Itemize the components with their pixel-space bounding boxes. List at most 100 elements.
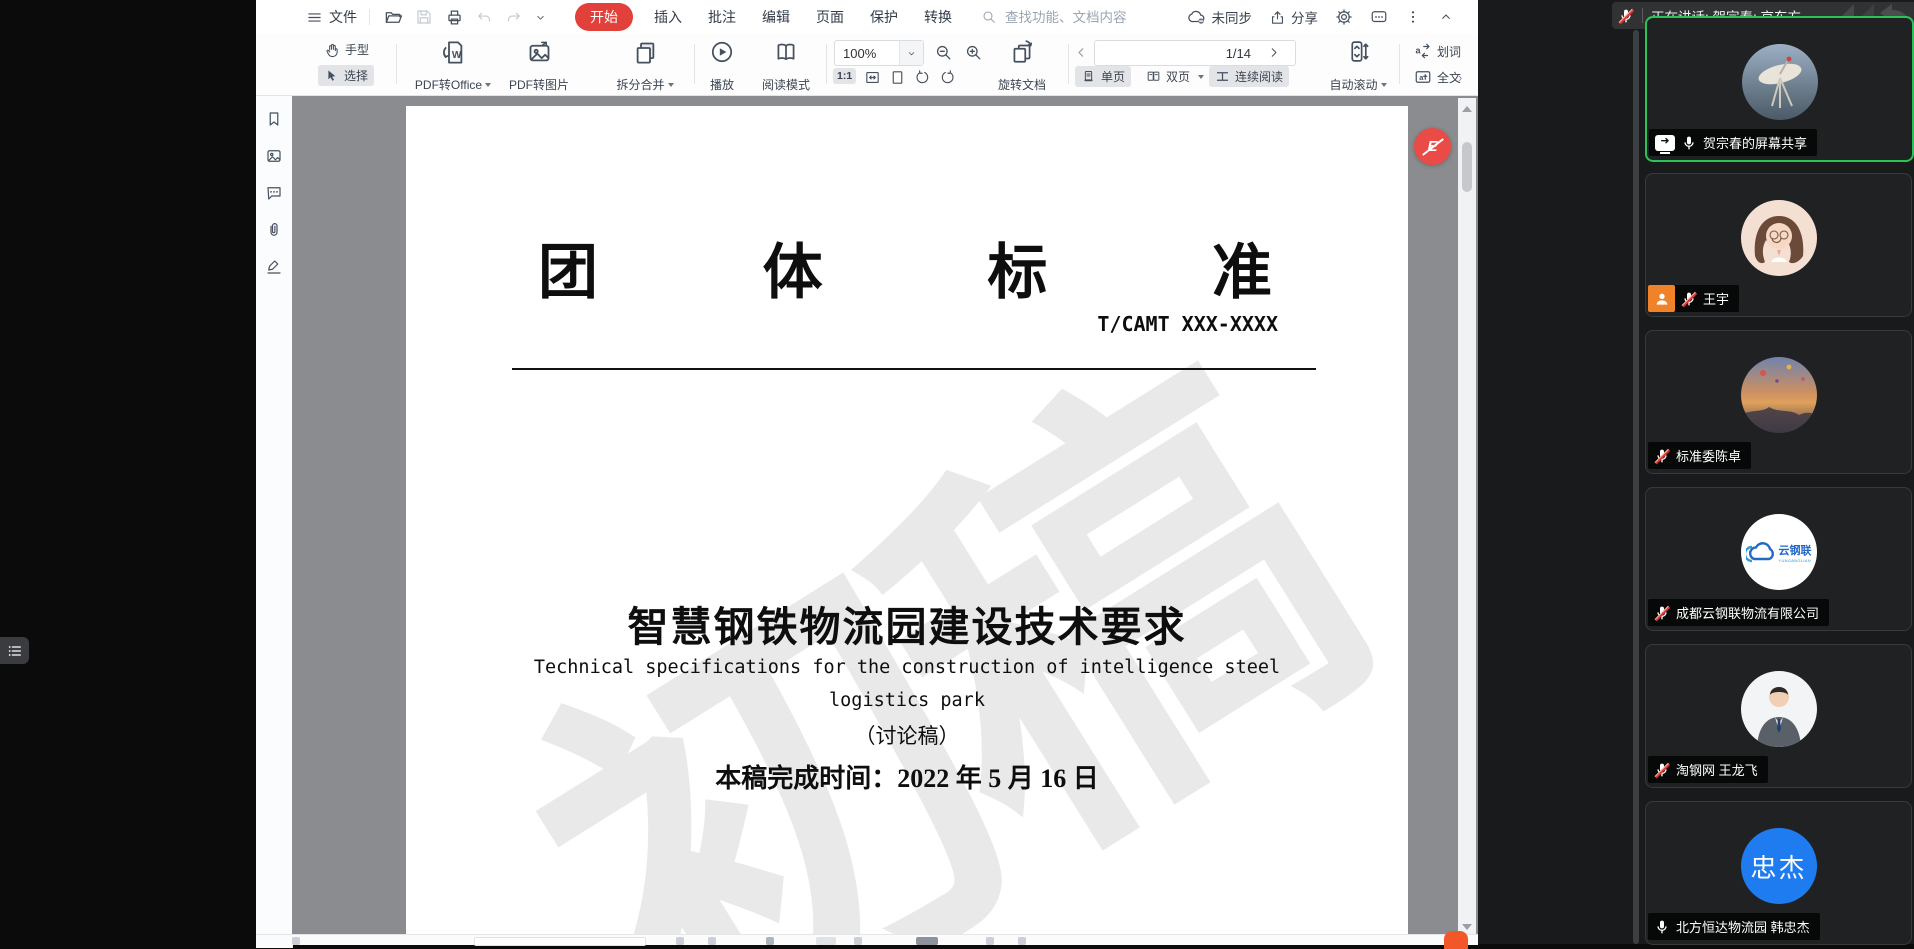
prev-page-icon[interactable] <box>1074 45 1089 60</box>
select-tool-button[interactable]: 选择 <box>318 65 374 86</box>
chevron-down-icon <box>668 83 674 87</box>
participant-tile[interactable]: 淘钢网 王龙飞 <box>1645 644 1912 788</box>
standard-code: T/CAMT XXX-XXXX <box>1097 312 1278 336</box>
pdf-to-office-button[interactable]: PDF转Office <box>408 37 498 95</box>
participant-name: 淘钢网 王龙飞 <box>1676 760 1758 779</box>
auto-scroll-icon <box>1346 39 1371 64</box>
hamburger-icon <box>306 9 323 26</box>
word-translate-button[interactable]: 划词 <box>1408 40 1467 62</box>
collapse-toolbar-icon[interactable] <box>1438 9 1454 25</box>
bookmark-icon[interactable] <box>265 110 283 128</box>
wps-pdf-window: 文件 开始 插入 批注 编辑 页面 保护 转换 未同步 <box>256 0 1478 944</box>
actual-size-button[interactable]: 1:1 <box>833 68 856 84</box>
avatar-initials: 忠杰 <box>1750 848 1806 885</box>
settings-gear-icon[interactable] <box>1335 8 1353 26</box>
print-icon[interactable] <box>445 8 464 27</box>
participant-tile[interactable]: 忠杰 北方恒达物流园 韩忠杰 <box>1645 801 1912 945</box>
vertical-scrollbar[interactable] <box>1458 98 1476 934</box>
document-viewport[interactable]: 初稿 团 体 标 准 T/CAMT XXX-XXXX 智慧钢铁物流园建设技术要求… <box>292 96 1478 934</box>
split-merge-label: 拆分合并 <box>616 76 664 93</box>
attachment-icon[interactable] <box>265 221 283 239</box>
tab-insert[interactable]: 插入 <box>654 7 682 27</box>
floating-assistant-badge[interactable]: E <box>1414 128 1451 165</box>
mic-on-icon <box>1654 919 1670 935</box>
read-mode-button[interactable]: 阅读模式 <box>748 37 824 95</box>
tab-home[interactable]: 开始 <box>575 3 633 31</box>
file-menu-label: 文件 <box>329 7 357 27</box>
illustrated-woman-avatar-art <box>1741 200 1817 276</box>
next-page-icon[interactable] <box>1266 45 1281 60</box>
toolbar-expand-chevron[interactable]: › <box>1458 70 1462 85</box>
zoom-value: 100% <box>835 46 884 61</box>
pdf-to-word-icon <box>440 39 467 66</box>
auto-scroll-button[interactable]: 自动滚动 <box>1318 37 1398 95</box>
sync-status[interactable]: 未同步 <box>1188 7 1253 27</box>
avatar <box>1741 671 1817 747</box>
play-button[interactable]: 播放 <box>697 37 747 95</box>
fit-width-icon[interactable] <box>864 69 881 86</box>
share-label: 分享 <box>1291 7 1318 27</box>
scroll-up-arrow[interactable] <box>1462 106 1472 112</box>
tab-page[interactable]: 页面 <box>816 7 844 27</box>
signature-stamp-icon[interactable] <box>265 258 283 276</box>
hand-tool-button[interactable]: 手型 <box>318 39 375 60</box>
file-menu[interactable]: 文件 <box>306 7 357 27</box>
fit-page-icon[interactable] <box>889 69 906 86</box>
search-input[interactable] <box>1003 9 1137 26</box>
open-file-icon[interactable] <box>384 8 403 27</box>
banner-char: 体 <box>763 224 823 311</box>
pdf-to-image-icon <box>526 39 553 66</box>
search-box[interactable] <box>981 9 1149 26</box>
mic-muted-icon[interactable] <box>1618 8 1634 24</box>
mic-muted-icon <box>1654 448 1670 464</box>
standard-banner: 团 体 标 准 <box>538 224 1272 311</box>
share-button[interactable]: 分享 <box>1269 7 1318 27</box>
continuous-read-button[interactable]: 连续阅读 <box>1209 66 1289 87</box>
banner-char: 标 <box>987 224 1047 311</box>
select-tool-label: 选择 <box>344 67 368 84</box>
zoom-in-icon[interactable] <box>964 43 983 62</box>
single-page-label: 单页 <box>1101 68 1125 85</box>
tab-comment[interactable]: 批注 <box>708 7 736 27</box>
word-translate-label: 划词 <box>1437 43 1461 60</box>
rotate-right-icon[interactable] <box>939 69 956 86</box>
avatar <box>1742 44 1818 120</box>
redo-icon[interactable] <box>505 9 522 26</box>
save-icon[interactable] <box>415 8 433 26</box>
comments-panel-icon[interactable] <box>265 184 283 202</box>
single-page-button[interactable]: 单页 <box>1075 66 1131 87</box>
zoom-level-select[interactable]: 100% <box>834 40 924 66</box>
tab-convert[interactable]: 转换 <box>924 7 952 27</box>
scrollbar-thumb[interactable] <box>1462 142 1472 192</box>
participant-tile[interactable]: 王宇 <box>1645 173 1912 317</box>
feedback-chat-icon[interactable] <box>1370 8 1388 26</box>
logo-subtext: YUNGANGLIAN <box>1779 558 1812 563</box>
search-icon <box>981 9 997 25</box>
image-panel-icon[interactable] <box>265 147 283 165</box>
participant-tile[interactable]: 标准委陈卓 <box>1645 330 1912 474</box>
mic-muted-icon <box>1654 762 1670 778</box>
play-label: 播放 <box>710 76 734 93</box>
zoom-out-icon[interactable] <box>934 43 953 62</box>
docked-list-launcher[interactable] <box>0 637 29 664</box>
avatar: 云钢联 YUNGANGLIAN <box>1741 514 1817 590</box>
quickbar-chevron-down-icon[interactable] <box>534 11 547 24</box>
undo-icon[interactable] <box>476 9 493 26</box>
header-rule <box>512 368 1316 370</box>
draft-note: （讨论稿） <box>406 720 1408 750</box>
participant-tile[interactable]: ➜ 贺宗春的屏幕共享 <box>1645 16 1914 162</box>
scroll-down-arrow[interactable] <box>1462 924 1472 930</box>
rotate-document-button[interactable]: 旋转文档 <box>982 37 1062 95</box>
businessman-avatar-art <box>1741 671 1817 747</box>
rotate-left-icon[interactable] <box>914 69 931 86</box>
pdf-to-image-button[interactable]: PDF转图片 <box>500 37 578 95</box>
split-merge-button[interactable]: 拆分合并 <box>605 37 685 95</box>
tab-protect[interactable]: 保护 <box>870 7 898 27</box>
meeting-scrollbar[interactable] <box>1633 30 1639 944</box>
status-bar <box>256 934 1478 945</box>
double-page-button[interactable]: 双页 <box>1140 66 1210 87</box>
participant-tile[interactable]: 云钢联 YUNGANGLIAN 成都云钢联物流有限公司 <box>1645 487 1912 631</box>
more-kebab-icon[interactable] <box>1405 9 1421 25</box>
tab-edit[interactable]: 编辑 <box>762 7 790 27</box>
participant-name-chip: ➜ 贺宗春的屏幕共享 <box>1649 129 1817 156</box>
